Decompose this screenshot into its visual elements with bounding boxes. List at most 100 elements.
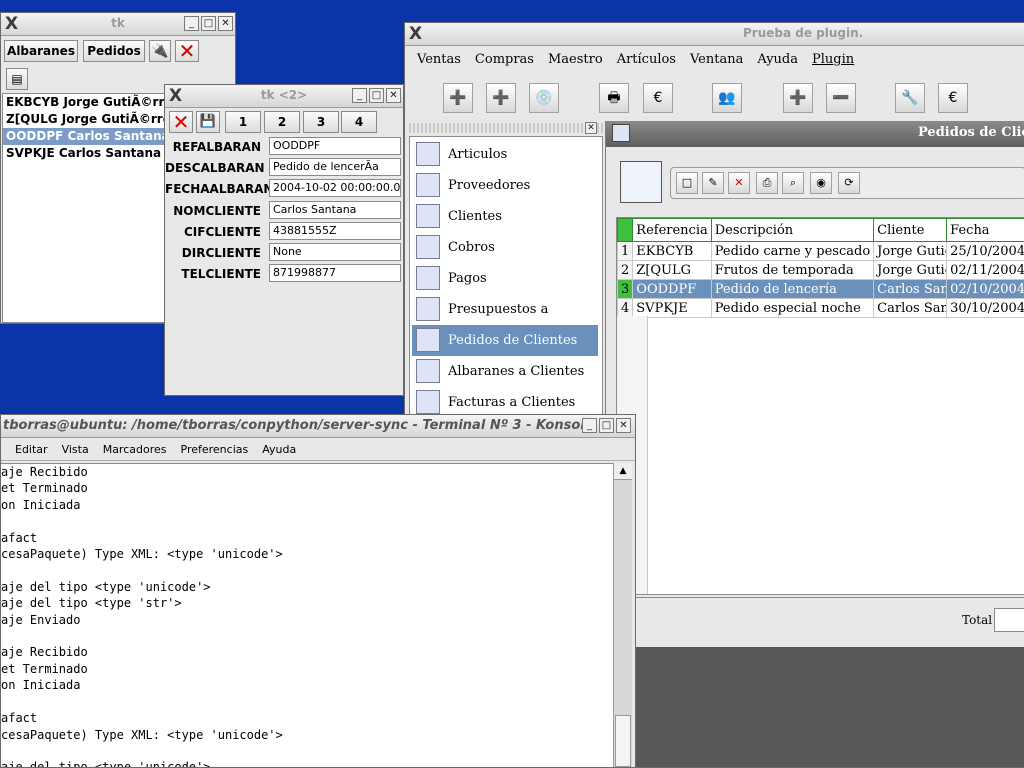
terminal-line: on Iniciada [1, 678, 81, 693]
orders-titlebar[interactable]: Pedidos de Clien [606, 121, 1024, 147]
record-1-button[interactable]: 1 [225, 111, 261, 133]
nav-item-pedidos[interactable]: Pedidos de Clientes [412, 325, 598, 356]
tk-titlebar[interactable]: X tk _ □ ✕ [1, 13, 235, 36]
remove-document-icon[interactable]: ➖ [826, 83, 856, 113]
list-item[interactable]: Z[QULG Jorge GutiÃ©rrez [3, 111, 178, 128]
close-button[interactable]: ✕ [616, 418, 631, 433]
cancel-x-button[interactable]: ✕ [169, 111, 193, 133]
record-2-button[interactable]: 2 [264, 111, 300, 133]
terminal-line: aje del tipo <type 'unicode'> [1, 579, 211, 594]
telcliente-input[interactable]: 871998877 [269, 264, 401, 282]
col-fecha[interactable]: Fecha [946, 218, 1024, 242]
users-icon[interactable]: 👥 [712, 83, 742, 113]
terminal-line: et Terminado [1, 661, 88, 676]
terminal-scrollbar[interactable]: ▲ [613, 463, 632, 767]
payments-out-icon [416, 266, 440, 290]
print-doc-icon[interactable]: ⎙ [756, 172, 778, 194]
menu-ayuda[interactable]: Ayuda [262, 443, 296, 456]
menu-vista[interactable]: Vista [62, 443, 89, 456]
save-icon-button[interactable]: 💾 [196, 111, 220, 133]
col-descripcion[interactable]: Descripción [710, 218, 875, 242]
nav-item-cobros[interactable]: Cobros [412, 232, 598, 263]
maximize-button[interactable]: □ [201, 16, 216, 31]
nav-item-proveedores[interactable]: Proveedores [412, 170, 598, 201]
menu-preferencias[interactable]: Preferencias [181, 443, 249, 456]
menu-plugin[interactable]: Plugin [812, 52, 854, 67]
tools-icon[interactable]: 🔧 [895, 83, 925, 113]
terminal-line: aje Enviado [1, 612, 81, 627]
nav-item-presupuestos[interactable]: Presupuestos a Clientes [412, 294, 598, 348]
descalbaran-input[interactable]: Pedido de lencerÃ­a [269, 158, 401, 176]
dock-close-button[interactable]: ✕ [585, 122, 597, 134]
nomcliente-input[interactable]: Carlos Santana [269, 201, 401, 219]
menu-maestro[interactable]: Maestro [548, 52, 603, 67]
menu-articulos[interactable]: Artículos [617, 52, 676, 67]
pedidos-button[interactable]: Pedidos [83, 40, 145, 62]
new-doc-icon[interactable]: □ [676, 172, 698, 194]
maximize-button[interactable]: □ [599, 418, 614, 433]
euro-minus-icon[interactable]: € [938, 83, 968, 113]
euro-icon[interactable]: € [643, 83, 673, 113]
record-4-button[interactable]: 4 [341, 111, 377, 133]
edit-doc-icon[interactable]: ✎ [702, 172, 724, 194]
document-icon-button[interactable]: ▤ [6, 68, 28, 90]
add-document-icon[interactable]: ➕ [783, 83, 813, 113]
total-field[interactable] [994, 608, 1024, 632]
scroll-up-arrow-icon[interactable]: ▲ [614, 463, 632, 480]
table-row[interactable]: 2 Z[QULG Frutos de temporada Jorge Gutié… [616, 260, 1024, 280]
menu-ventana[interactable]: Ventana [690, 52, 743, 67]
refresh-icon[interactable]: ⟳ [838, 172, 860, 194]
menu-marcadores[interactable]: Marcadores [103, 443, 167, 456]
fechaalbaran-input[interactable]: 2004-10-02 00:00:00.00 [269, 179, 401, 197]
albaranes-button[interactable]: Albaranes [4, 40, 78, 62]
print-icon[interactable]: 🖶 [599, 83, 629, 113]
nav-item-articulos[interactable]: Articulos [412, 139, 598, 170]
record-3-button[interactable]: 3 [303, 111, 339, 133]
table-row[interactable]: 3 OODDPF Pedido de lencería Carlos Sant … [616, 279, 1024, 299]
orders-subwindow: Pedidos de Clien □ ✎ ✕ ⎙ ⌕ ◉ ⟳ Referenci… [605, 121, 1024, 767]
konsole-titlebar[interactable]: tborras@ubuntu: /home/tborras/conpython/… [1, 415, 635, 438]
col-referencia[interactable]: Referencia [632, 218, 712, 242]
dock-handle[interactable] [409, 123, 603, 133]
menu-ventas[interactable]: Ventas [417, 52, 461, 67]
konsole-window: tborras@ubuntu: /home/tborras/conpython/… [0, 414, 636, 768]
delete-doc-icon[interactable]: ✕ [728, 172, 750, 194]
scroll-thumb[interactable] [615, 715, 631, 767]
corner-cell[interactable] [616, 218, 634, 242]
tk2-titlebar[interactable]: X tk <2> _ □ ✕ [165, 85, 403, 108]
nav-item-pagos[interactable]: Pagos [412, 263, 598, 294]
close-button[interactable]: ✕ [218, 16, 233, 31]
minimize-button[interactable]: _ [184, 16, 199, 31]
module-nav: Articulos Proveedores Clientes Cobros Pa… [409, 136, 603, 436]
menu-compras[interactable]: Compras [475, 52, 534, 67]
field-label: DIRCLIENTE [181, 246, 261, 260]
nav-item-albaranes[interactable]: Albaranes a Clientes [412, 356, 598, 387]
add-article-icon[interactable]: ➕ [443, 83, 473, 113]
dircliente-input[interactable]: None [269, 243, 401, 261]
coins-icon[interactable]: ◉ [810, 172, 832, 194]
table-row[interactable]: 4 SVPKJE Pedido especial noche Carlos Sa… [616, 298, 1024, 318]
close-button[interactable]: ✕ [386, 88, 401, 103]
add-supplier-icon[interactable]: ➕ [486, 83, 516, 113]
table-row[interactable]: 1 EKBCYB Pedido carne y pescado Jorge Gu… [616, 241, 1024, 261]
add-disc-icon[interactable]: 💿 [529, 83, 559, 113]
minimize-button[interactable]: _ [352, 88, 367, 103]
minimize-button[interactable]: _ [582, 418, 597, 433]
list-item[interactable]: OODDPF Carlos Santana [3, 128, 170, 145]
mdi-background [606, 647, 1024, 767]
list-item[interactable]: EKBCYB Jorge GutiÃ©rrez [3, 94, 179, 111]
plugin-titlebar[interactable]: X Prueba de plugin. [405, 23, 1024, 46]
cancel-x-button[interactable]: ✕ [175, 40, 199, 62]
col-cliente[interactable]: Cliente [873, 218, 948, 242]
nav-item-clientes[interactable]: Clientes [412, 201, 598, 232]
plug-icon-button[interactable]: 🔌 [149, 40, 171, 62]
menu-ayuda[interactable]: Ayuda [757, 52, 798, 67]
refalbaran-input[interactable]: OODDPF [269, 137, 401, 155]
terminal-output[interactable]: aje Recibido et Terminado on Iniciada afac… [1, 463, 613, 767]
search-icon[interactable]: ⌕ [782, 172, 804, 194]
cifcliente-input[interactable]: 43881555Z [269, 222, 401, 240]
menu-editar[interactable]: Editar [15, 443, 48, 456]
list-item[interactable]: SVPKJE Carlos Santana [3, 145, 164, 162]
maximize-button[interactable]: □ [369, 88, 384, 103]
terminal-line: et Terminado [1, 481, 88, 496]
